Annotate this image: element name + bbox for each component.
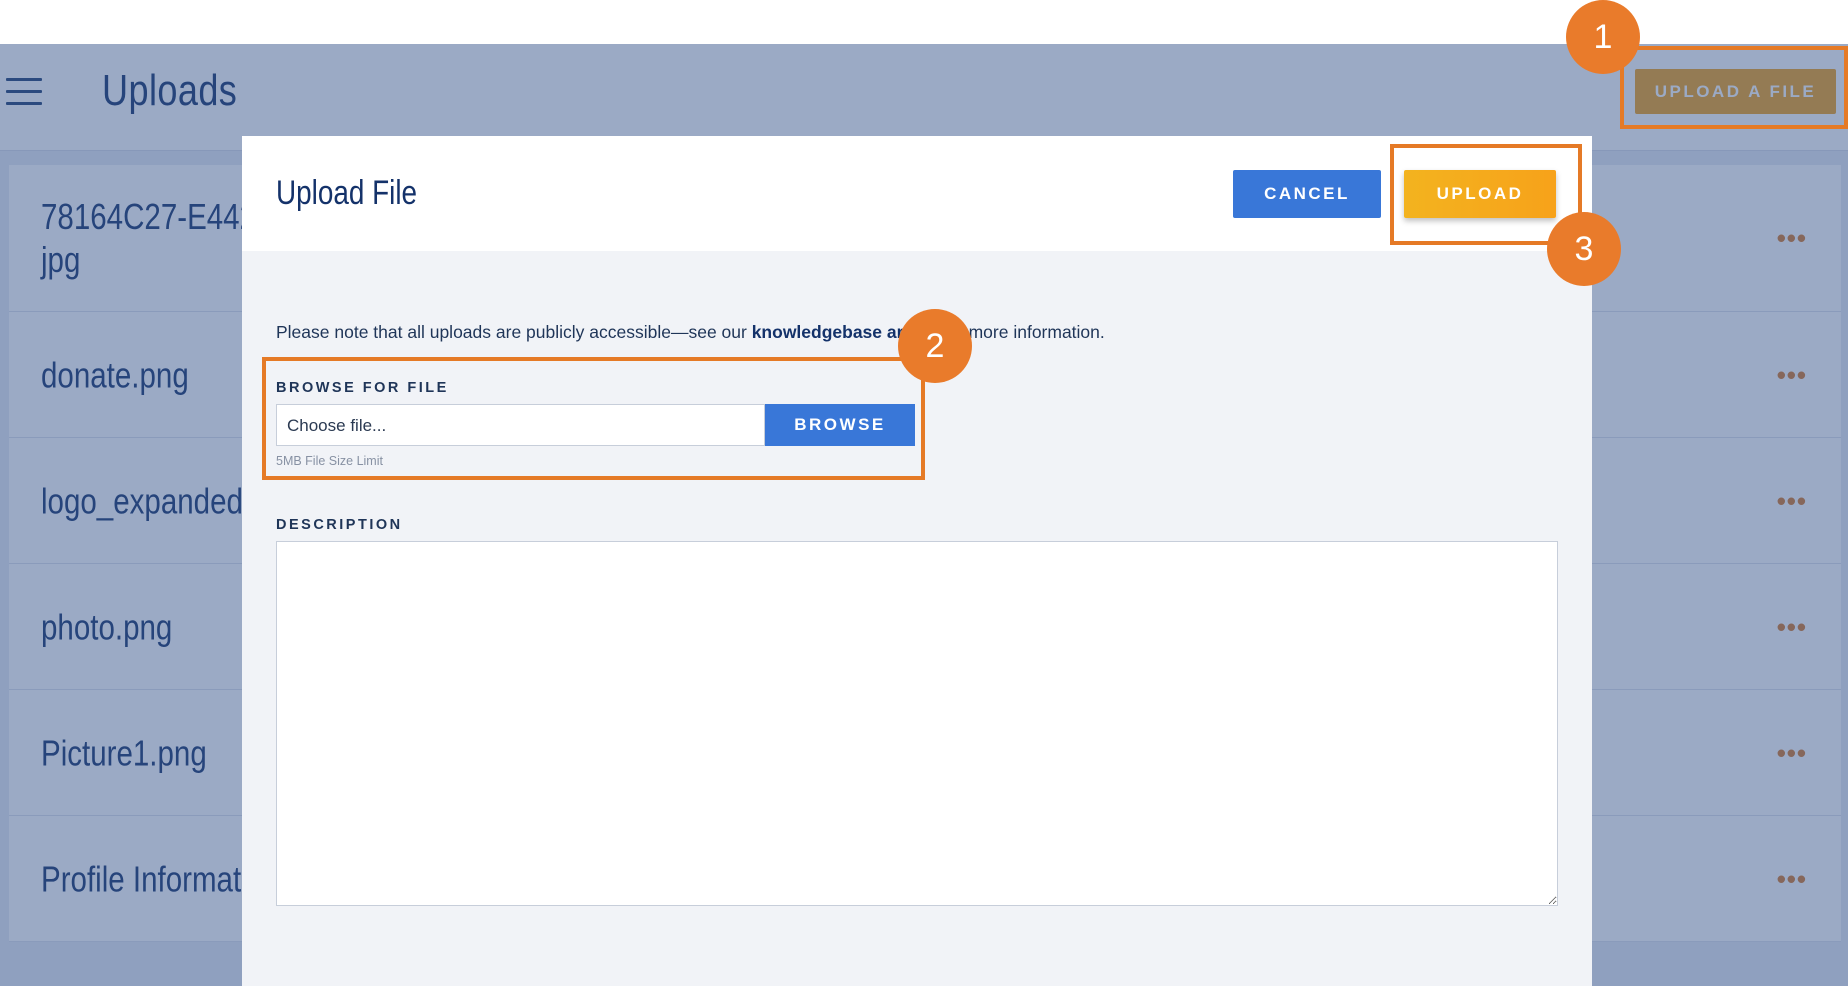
modal-title: Upload File — [276, 174, 418, 212]
description-textarea[interactable] — [276, 541, 1558, 906]
callout-badge-3: 3 — [1547, 212, 1621, 286]
description-label: DESCRIPTION — [276, 517, 403, 533]
callout-highlight-browse — [262, 357, 925, 480]
upload-file-modal: Upload File CANCEL UPLOAD Please note th… — [242, 136, 1592, 986]
callout-badge-1: 1 — [1566, 0, 1640, 74]
callout-badge-2: 2 — [898, 309, 972, 383]
cancel-button[interactable]: CANCEL — [1233, 170, 1381, 218]
notice-text: Please note that all uploads are publicl… — [276, 322, 752, 342]
callout-highlight-upload-a-file — [1620, 46, 1848, 129]
public-notice: Please note that all uploads are publicl… — [276, 322, 1105, 343]
